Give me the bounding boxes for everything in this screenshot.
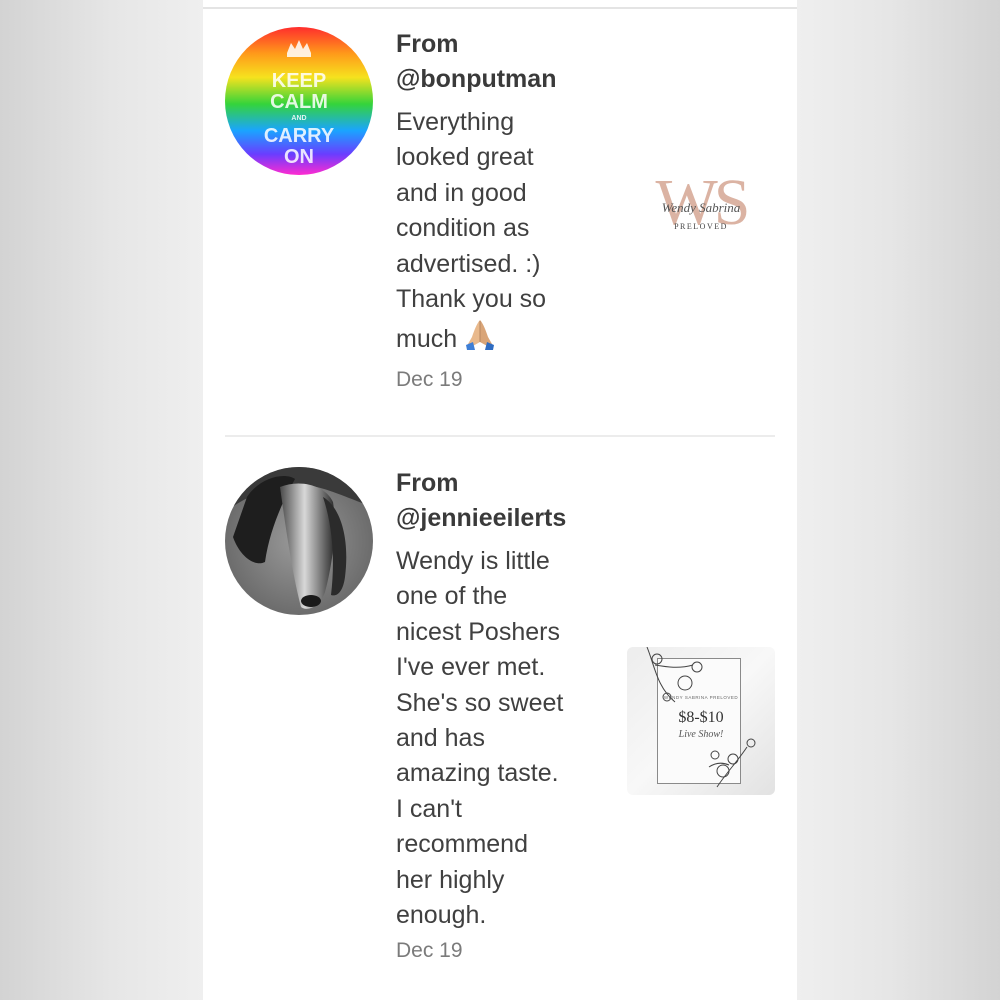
review-comment: Wendy is little one of the nicest Posher…	[396, 547, 564, 930]
avatar-line-4: CARRY	[264, 125, 335, 147]
reviewer-username[interactable]: @jennieeilerts	[396, 501, 606, 536]
review-card: From @bonputman Everything looked great …	[396, 27, 606, 394]
from-label: From	[396, 469, 459, 497]
listing-thumbnail[interactable]: WENDY SABRINA PRELOVED $8-$10 Live Show!	[627, 647, 775, 795]
review-card: From @jennieeilerts Wendy is little one …	[396, 466, 606, 965]
avatar-line-5: ON	[284, 146, 314, 168]
brand-script: Wendy Sabrina	[661, 200, 741, 215]
flyer-script: Live Show!	[678, 729, 724, 740]
background-right	[797, 0, 1000, 1000]
avatar-line-3: AND	[291, 115, 306, 122]
review-date: Dec 19	[396, 939, 463, 963]
from-label: From	[396, 30, 459, 58]
review-comment: Everything looked great and in good cond…	[396, 105, 606, 362]
avatar-line-2: CALM	[270, 91, 328, 113]
flyer-brand: WENDY SABRINA PRELOVED	[663, 695, 739, 700]
listing-thumbnail[interactable]: WS Wendy Sabrina PRELOVED	[627, 140, 775, 288]
top-divider	[203, 7, 797, 9]
review-divider	[225, 435, 775, 437]
folded-hands-icon	[463, 317, 497, 361]
background-left	[0, 0, 203, 1000]
brand-subtitle: PRELOVED	[674, 222, 728, 231]
flyer-price: $8-$10	[678, 709, 724, 726]
review-date: Dec 19	[396, 367, 463, 391]
reviewer-username[interactable]: @bonputman	[396, 62, 606, 97]
avatar-line-1: KEEP	[272, 70, 326, 92]
reviewer-avatar-bonputman[interactable]: KEEP CALM AND CARRY ON	[225, 27, 373, 175]
reviewer-avatar-jennieeilerts[interactable]	[225, 467, 373, 615]
reviews-panel: KEEP CALM AND CARRY ON From @bonputman E…	[203, 0, 797, 1000]
